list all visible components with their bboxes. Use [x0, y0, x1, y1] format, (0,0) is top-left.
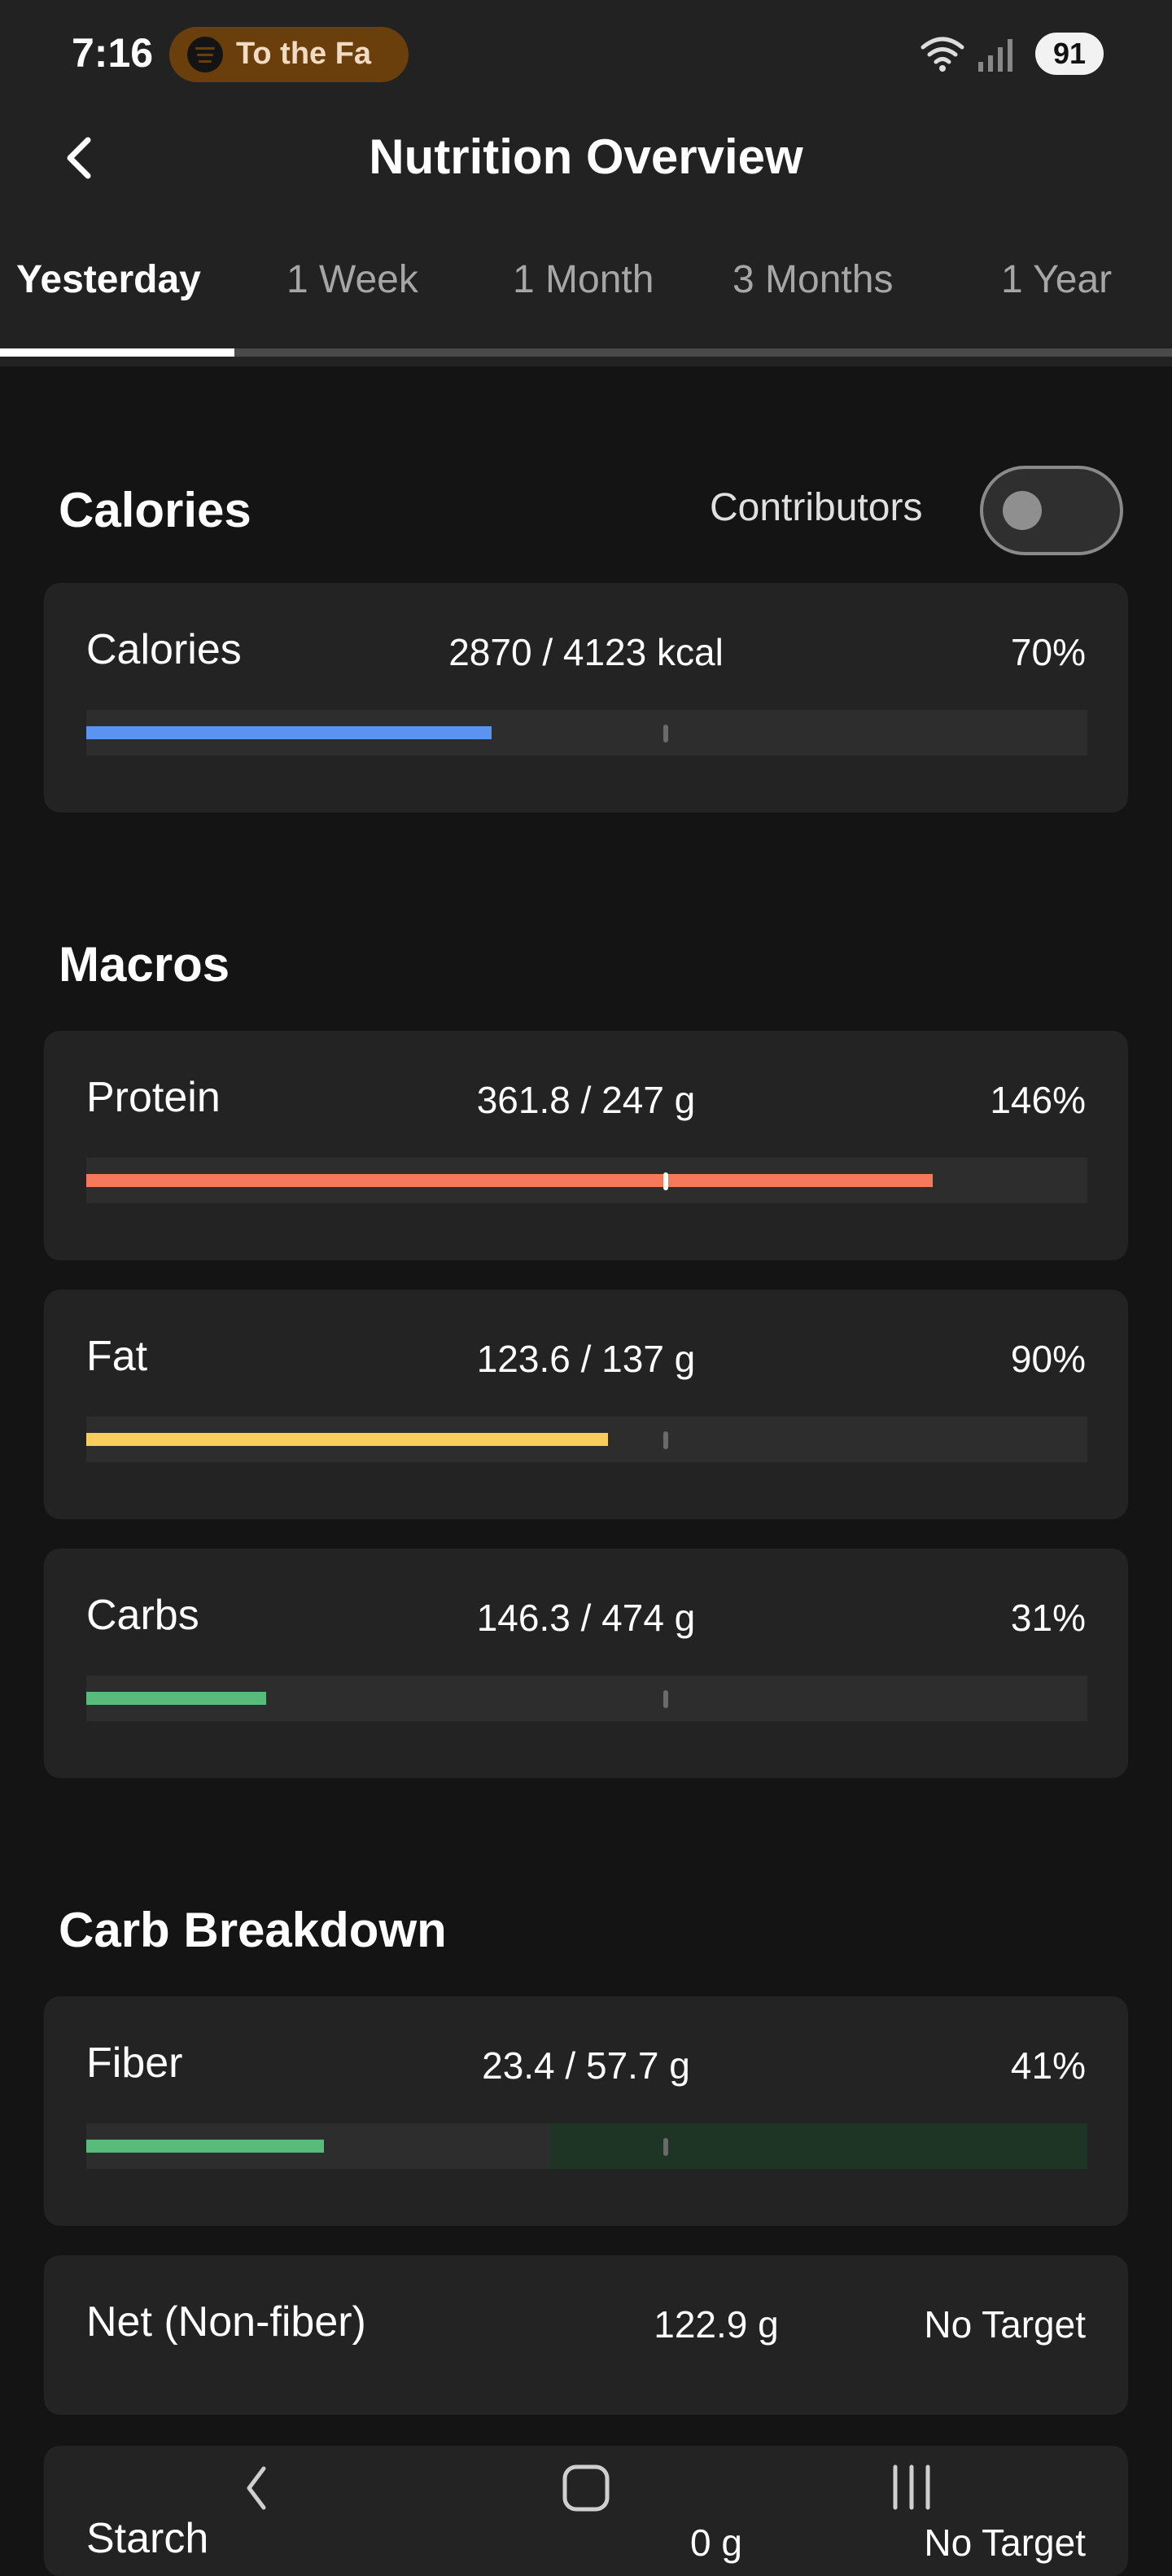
progress-track — [86, 1158, 1087, 1203]
nutrient-value: 2870 / 4123 kcal — [448, 631, 724, 673]
tab-1-year[interactable]: 1 Year — [1001, 257, 1112, 302]
spotify-icon — [187, 37, 223, 72]
progress-fill — [86, 1692, 266, 1705]
nutrient-value: 23.4 / 57.7 g — [482, 2044, 690, 2087]
nav-recents-button[interactable] — [879, 2456, 944, 2521]
toggle-knob — [1003, 491, 1042, 530]
nutrient-percent: No Target — [924, 2303, 1086, 2346]
target-zone — [550, 2123, 1087, 2169]
tab-indicator — [0, 348, 234, 357]
contributors-toggle[interactable] — [980, 466, 1123, 555]
media-title: To the Fa — [236, 37, 372, 71]
home-nav-icon — [562, 2464, 610, 2512]
tab-track — [234, 348, 1172, 357]
target-marker — [663, 2138, 668, 2156]
nutrient-card-fiber[interactable]: Fiber 23.4 / 57.7 g 41% — [44, 1996, 1128, 2226]
target-marker — [663, 1172, 668, 1190]
nutrient-percent: 90% — [1010, 1338, 1086, 1380]
page-title: Nutrition Overview — [369, 129, 803, 184]
wifi-icon — [921, 37, 964, 72]
battery-badge: 91 — [1035, 33, 1104, 75]
nutrient-card-net-carbs[interactable]: Net (Non-fiber) 122.9 g No Target — [44, 2255, 1128, 2415]
tab-3-months[interactable]: 3 Months — [732, 257, 893, 302]
system-nav-bar — [0, 2434, 1172, 2540]
progress-fill — [86, 2140, 324, 2153]
nutrient-card-protein[interactable]: Protein 361.8 / 247 g 146% — [44, 1031, 1128, 1260]
back-nav-icon — [247, 2466, 266, 2510]
progress-fill — [86, 1174, 933, 1187]
nutrient-percent: 70% — [1010, 631, 1086, 673]
progress-track — [86, 1676, 1087, 1721]
nutrient-value: 146.3 / 474 g — [476, 1597, 696, 1639]
section-title-macros: Macros — [59, 937, 230, 992]
nav-home-button[interactable] — [553, 2456, 619, 2521]
nutrient-percent: 41% — [1010, 2044, 1086, 2087]
media-notification-pill[interactable]: To the Fa — [169, 27, 409, 82]
target-marker — [663, 725, 668, 743]
tab-1-month[interactable]: 1 Month — [513, 257, 654, 302]
app-header: Nutrition Overview Yesterday 1 Week 1 Mo… — [0, 106, 1172, 366]
progress-track — [86, 1417, 1087, 1462]
tab-1-week[interactable]: 1 Week — [286, 257, 418, 302]
tab-yesterday[interactable]: Yesterday — [16, 257, 201, 302]
recents-nav-icon — [893, 2464, 930, 2510]
progress-fill — [86, 1433, 608, 1446]
target-marker — [663, 1431, 668, 1449]
nutrient-value: 361.8 / 247 g — [476, 1079, 696, 1121]
nutrient-percent: 146% — [990, 1079, 1086, 1121]
contributors-label: Contributors — [710, 486, 923, 529]
nutrient-percent: 31% — [1010, 1597, 1086, 1639]
nutrient-value: 123.6 / 137 g — [476, 1338, 696, 1380]
nutrient-card-calories[interactable]: Calories 2870 / 4123 kcal 70% — [44, 583, 1128, 813]
progress-track — [86, 710, 1087, 756]
section-title-carb-breakdown: Carb Breakdown — [59, 1903, 447, 1957]
section-title-calories: Calories — [59, 483, 251, 537]
nutrient-card-fat[interactable]: Fat 123.6 / 137 g 90% — [44, 1290, 1128, 1519]
nav-back-button[interactable] — [225, 2456, 290, 2521]
status-bar: 7:16 To the Fa 91 — [0, 0, 1172, 106]
signal-icon — [978, 39, 1012, 72]
progress-track — [86, 2123, 1087, 2169]
progress-fill — [86, 726, 492, 739]
nutrient-card-carbs[interactable]: Carbs 146.3 / 474 g 31% — [44, 1549, 1128, 1778]
target-marker — [663, 1690, 668, 1708]
status-icons: 91 — [859, 31, 1104, 80]
status-time: 7:16 — [72, 30, 154, 76]
